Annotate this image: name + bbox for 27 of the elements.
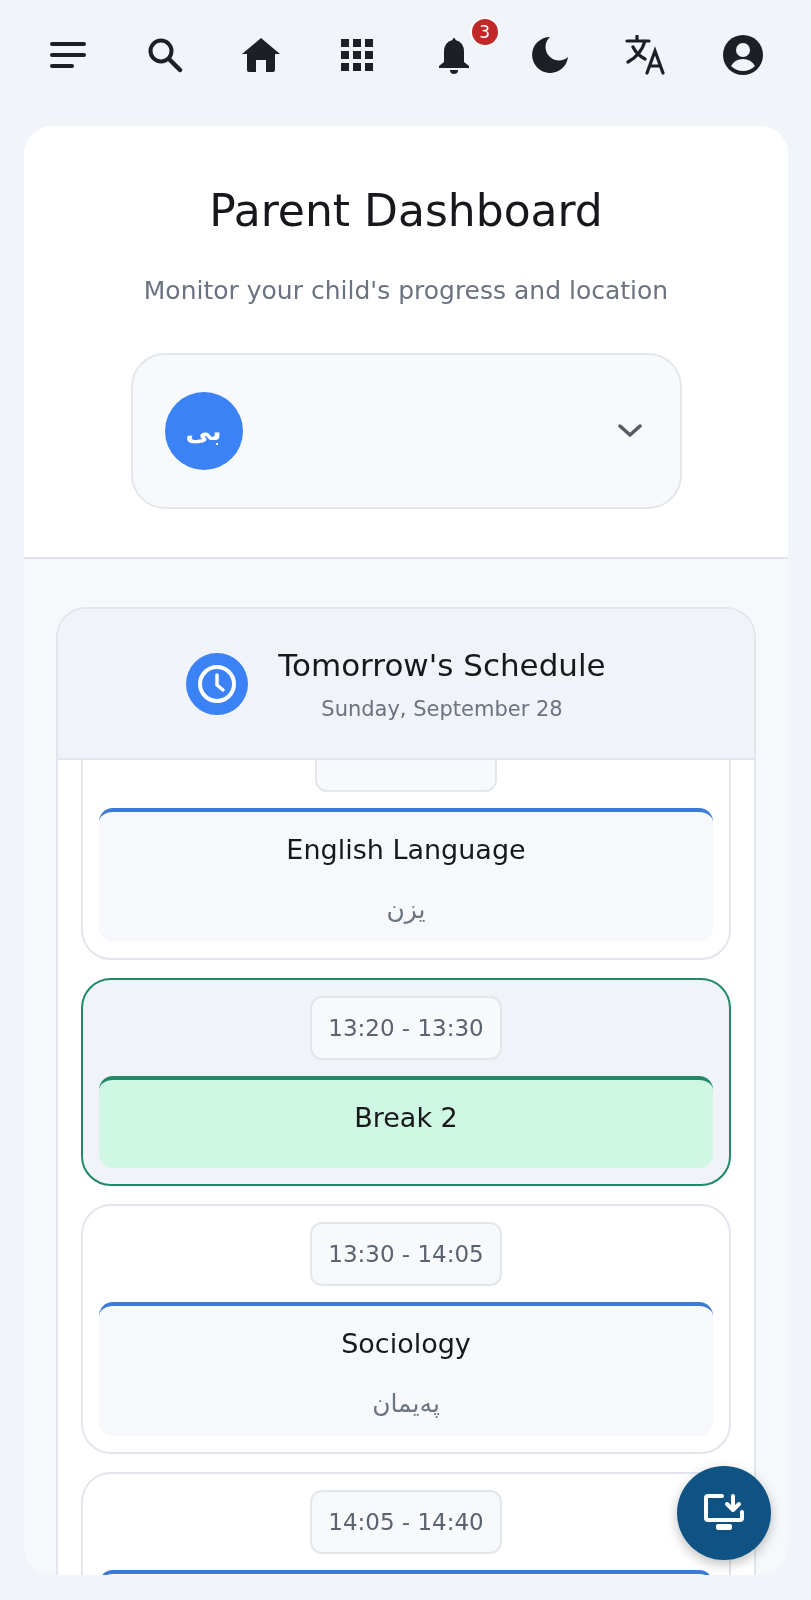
subject-name: Break 2: [354, 1102, 458, 1133]
child-avatar: بی: [164, 392, 243, 470]
teacher-name: پەیمان: [372, 1389, 440, 1418]
moon-icon: [532, 37, 569, 73]
time-label: 13:30 - 14:05: [310, 1222, 502, 1286]
menu-icon: [50, 42, 87, 68]
schedule-title: Tomorrow's Schedule: [278, 646, 606, 683]
chevron-down-icon: [617, 424, 642, 438]
schedule-date: Sunday, September 28: [321, 696, 563, 721]
grid-icon: [341, 39, 374, 71]
bell-icon: [437, 36, 470, 74]
time-label: 14:05 - 14:40: [310, 1490, 502, 1554]
time-label: 13:20 - 13:30: [310, 996, 502, 1060]
translate-icon: [625, 35, 668, 75]
page-title: Parent Dashboard: [209, 184, 603, 238]
page-subtitle: Monitor your child's progress and location: [143, 276, 669, 305]
download-screen-icon: [704, 1494, 744, 1532]
home-icon: [241, 38, 280, 72]
notifications-button[interactable]: [437, 36, 470, 74]
child-selector[interactable]: بی: [130, 353, 682, 509]
subject-name: Sociology: [341, 1328, 471, 1359]
account-icon: [722, 35, 763, 75]
search-icon: [146, 37, 183, 73]
clock-icon: [186, 652, 249, 715]
teacher-name: یزن: [386, 895, 426, 924]
notification-badge: 3: [469, 17, 500, 47]
subject-name: English Language: [286, 834, 526, 865]
